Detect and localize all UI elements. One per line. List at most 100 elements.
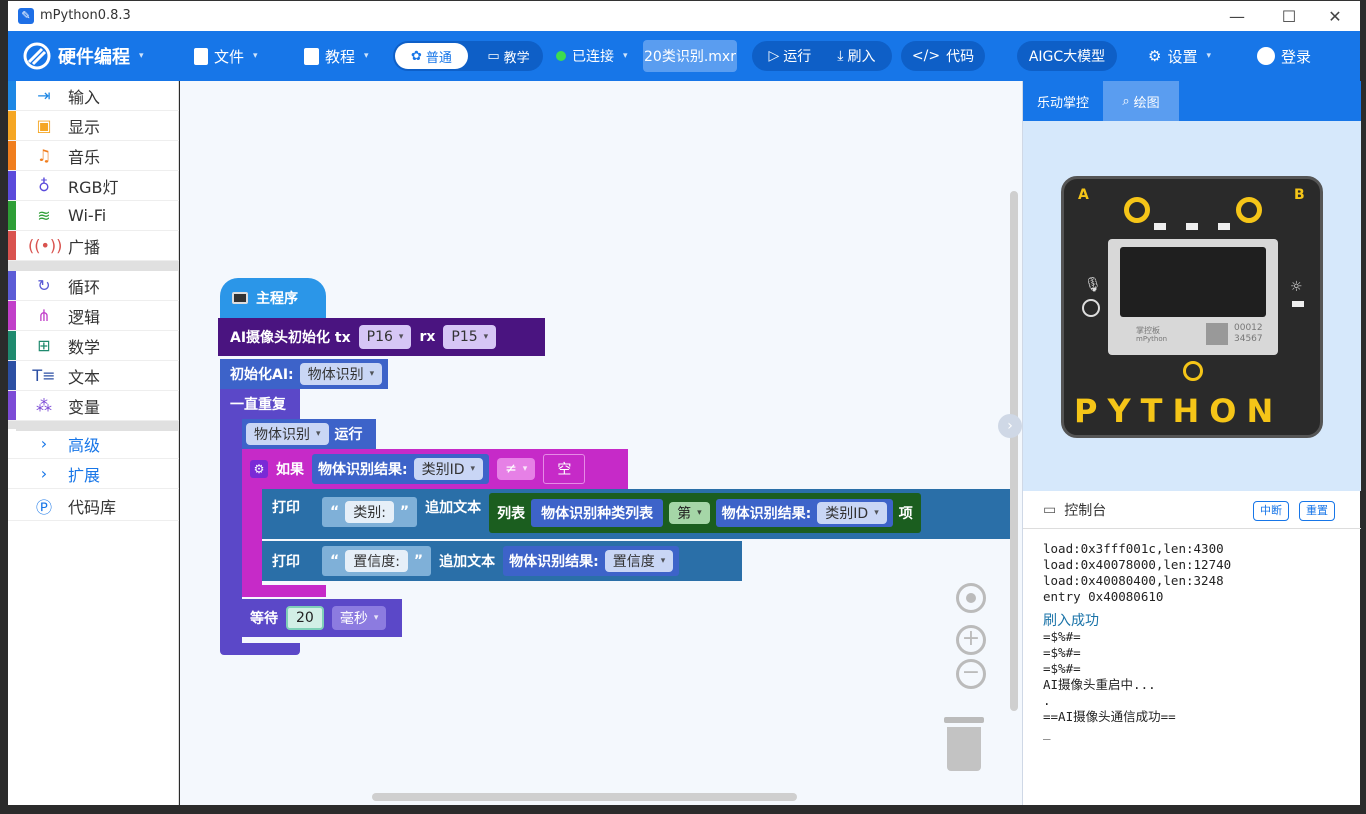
block-workspace[interactable]: 主程序 AI摄像头初始化 tx P16 rx P15 初始化AI: 物体识别 一… (180, 81, 1022, 805)
tutorial-menu[interactable]: 教程 ▾ (304, 31, 369, 81)
console-line: =$%#= (1043, 661, 1081, 676)
zoom-in-button[interactable]: + (956, 625, 986, 655)
sidebar-item-math[interactable]: ⊞ 数学 (8, 331, 179, 361)
compare-operator-dropdown[interactable]: ≠ (497, 458, 536, 480)
sidebar-item-rgb[interactable]: ♁ RGB灯 (8, 171, 179, 201)
console-line: load:0x3fff001c,len:4300 (1043, 541, 1224, 556)
print-label: 打印 (272, 500, 300, 516)
wait-block[interactable]: 等待 20 毫秒 (242, 599, 402, 637)
confidence-string-block[interactable]: “ 置信度: ” (322, 546, 432, 576)
sidebar-item-music[interactable]: ♫ 音乐 (8, 141, 179, 171)
empty-value-block[interactable]: 空 (543, 454, 586, 484)
tutorial-icon (304, 47, 319, 65)
sidebar-item-text[interactable]: T≡ 文本 (8, 361, 179, 391)
confidence-string-value: 置信度: (353, 554, 400, 570)
workspace-vertical-scrollbar[interactable] (1010, 191, 1018, 711)
filename-tab[interactable]: 20类识别.mxr (643, 40, 737, 72)
wait-value-field[interactable]: 20 (286, 606, 324, 630)
append-text-label-2: 追加文本 (439, 554, 496, 570)
sidebar-item-extension[interactable]: › 扩展 (8, 459, 179, 489)
forever-loop-block[interactable]: 一直重复 (220, 389, 300, 419)
console-line: =$%#= (1043, 629, 1081, 644)
object-recognition-run-block[interactable]: 物体识别 运行 (242, 419, 376, 449)
minimize-button[interactable]: — (1214, 5, 1260, 29)
sidebar-item-wifi[interactable]: ≋ Wi-Fi (8, 201, 179, 231)
maximize-button[interactable]: ☐ (1266, 5, 1312, 29)
button-b[interactable] (1236, 197, 1262, 223)
sidebar-item-broadcast[interactable]: ((•)) 广播 (8, 231, 179, 261)
console-line: entry 0x40080610 (1043, 589, 1164, 604)
login-button[interactable]: 登录 (1257, 31, 1311, 81)
sidebar-item-logic[interactable]: ⋔ 逻辑 (8, 301, 179, 331)
sidebar-item-advanced[interactable]: › 高级 (8, 429, 179, 459)
result-field-dropdown[interactable]: 类别ID (413, 458, 484, 480)
settings-label: 设置 (1167, 47, 1198, 66)
flash-button[interactable]: ⤓ 刷入 (837, 46, 875, 66)
chevron-right-icon: › (40, 464, 48, 483)
tx-pin-dropdown[interactable]: P16 (358, 325, 412, 349)
mode-teach-button[interactable]: ▭ 教学 (474, 43, 543, 69)
sidebar-item-input[interactable]: ⇥ 输入 (8, 81, 179, 111)
category-string-field[interactable]: 类别: (345, 501, 394, 523)
init-ai-block[interactable]: 初始化AI: 物体识别 (220, 359, 388, 389)
sidebar-item-loop[interactable]: ↻ 循环 (8, 271, 179, 301)
camera-init-block[interactable]: AI摄像头初始化 tx P16 rx P15 (218, 318, 545, 356)
sidebar-item-display[interactable]: ▣ 显示 (8, 111, 179, 141)
rx-pin-dropdown[interactable]: P15 (443, 325, 497, 349)
confidence-field-dropdown[interactable]: 置信度 (604, 550, 674, 572)
settings-menu[interactable]: ⚙ 设置 ▾ (1148, 31, 1211, 81)
list-item-block[interactable]: 列表 物体识别种类列表 第 物体识别结果: 类别ID 项 (489, 493, 921, 533)
main-program-block[interactable]: 主程序 (220, 278, 326, 318)
confidence-string-field[interactable]: 置信度: (345, 550, 408, 572)
print-confidence-block[interactable]: 打印 “ 置信度: ” 追加文本 物体识别结果: 置信度 (262, 541, 742, 581)
reset-button[interactable]: 重置 (1299, 501, 1335, 521)
init-ai-dropdown[interactable]: 物体识别 (299, 363, 383, 385)
mode-normal-label: 普通 (425, 50, 452, 66)
file-menu[interactable]: 文件 ▾ (194, 31, 258, 81)
sidebar-item-variable[interactable]: ⁂ 变量 (8, 391, 179, 421)
sidebar-item-label: 高级 (68, 435, 101, 455)
right-panel: 乐动掌控 ⌕ 绘图 A B 掌控板 mPython 00012 34567 🎙 ☼ (1022, 81, 1361, 805)
workspace-horizontal-scrollbar[interactable] (372, 793, 797, 801)
if-block[interactable]: ⚙ 如果 物体识别结果: 类别ID ≠ 空 (242, 449, 628, 489)
trash-icon[interactable] (944, 717, 984, 771)
gear-icon[interactable]: ⚙ (250, 460, 268, 478)
collapse-panel-button[interactable]: › (998, 414, 1022, 438)
flash-label: 刷入 (847, 49, 876, 65)
mode-switch: ✿ 普通 ▭ 教学 (393, 41, 543, 71)
class-list-block[interactable]: 物体识别种类列表 (531, 499, 664, 527)
connection-status[interactable]: 已连接 ▾ (556, 31, 628, 81)
button-a[interactable] (1124, 197, 1150, 223)
tab-simulator[interactable]: 乐动掌控 (1023, 81, 1103, 121)
result-confidence-block[interactable]: 物体识别结果: 置信度 (503, 546, 680, 576)
code-button[interactable]: </> 代码 (901, 41, 985, 71)
music-icon: ♫ (36, 146, 52, 165)
run-button[interactable]: ▷ 运行 (769, 46, 812, 66)
close-button[interactable]: ✕ (1312, 5, 1358, 29)
console-line: . (1043, 693, 1051, 708)
mode-normal-button[interactable]: ✿ 普通 (395, 43, 468, 69)
forever-loop-end (220, 643, 300, 655)
category-string-block[interactable]: “ 类别: ” (322, 497, 418, 527)
print-category-block[interactable]: 打印 “ 类别: ” 追加文本 列表 物体识别种类列表 第 物体识别结果: 类别… (262, 489, 1012, 539)
wait-unit-dropdown[interactable]: 毫秒 (331, 606, 387, 630)
console-output[interactable]: load:0x3fff001c,len:4300 load:0x40078000… (1043, 541, 1353, 741)
sidebar-item-label: 文本 (68, 367, 101, 387)
result-field-dropdown-2[interactable]: 类别ID (817, 502, 887, 524)
quote-close-icon: ” (399, 504, 410, 520)
aigc-button[interactable]: AIGC大模型 (1017, 41, 1117, 71)
interrupt-button[interactable]: 中断 (1253, 501, 1289, 521)
recenter-button[interactable] (956, 583, 986, 613)
tab-draw[interactable]: ⌕ 绘图 (1103, 81, 1179, 121)
index-mode-dropdown[interactable]: 第 (669, 502, 710, 524)
init-ai-value: 物体识别 (307, 367, 364, 383)
sidebar-item-code-library[interactable]: Ⓟ 代码库 (8, 491, 179, 521)
hardware-mode-menu[interactable]: 硬件编程 ▾ (22, 31, 144, 81)
button-b-label: B (1294, 187, 1305, 203)
run-mode-dropdown[interactable]: 物体识别 (246, 423, 329, 445)
mode-teach-label: 教学 (503, 50, 530, 66)
result-category-block[interactable]: 物体识别结果: 类别ID (312, 454, 490, 484)
zoom-out-button[interactable]: − (956, 659, 986, 689)
sidebar-item-label: 循环 (68, 277, 101, 297)
result-category-block-2[interactable]: 物体识别结果: 类别ID (715, 499, 893, 527)
